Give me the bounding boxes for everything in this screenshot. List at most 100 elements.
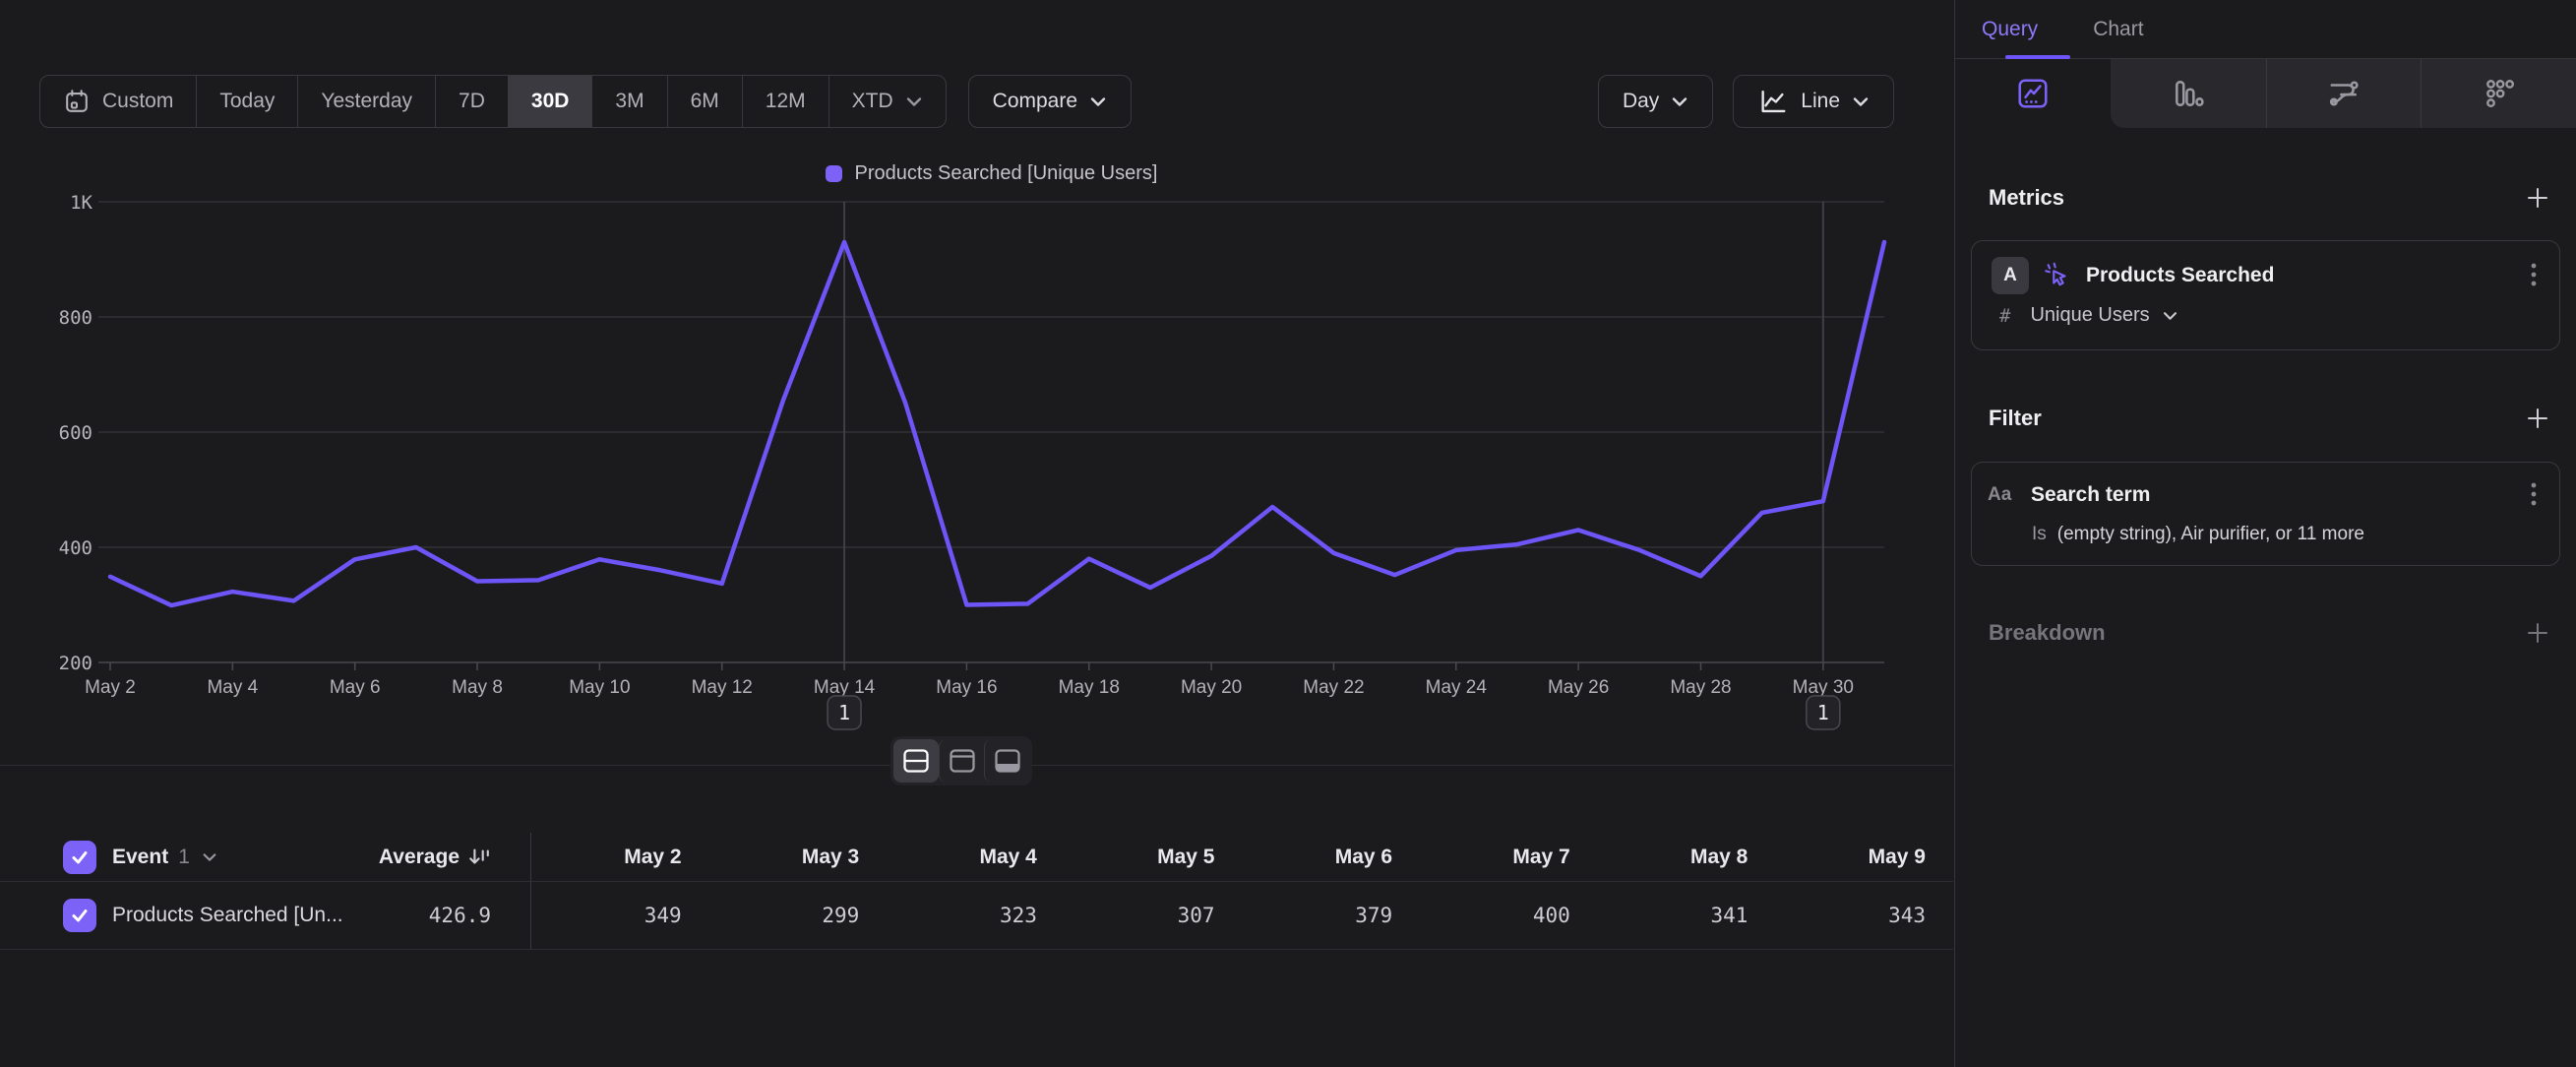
granularity-button[interactable]: Day (1598, 75, 1713, 128)
calendar-icon (63, 88, 91, 115)
sidebar-tabs: Query Chart (1955, 0, 2576, 59)
event-header-label: Event (112, 846, 168, 869)
compare-button[interactable]: Compare (968, 75, 1132, 128)
filter-condition[interactable]: Is (empty string), Air purifier, or 11 m… (2032, 524, 2364, 545)
date-range-option[interactable]: XTD (828, 76, 946, 127)
date-range-option[interactable]: 30D (508, 76, 592, 127)
report-type-tabs (1955, 59, 2576, 128)
date-range-toolbar: Custom Today Yesterday 7D 30D 3M 6M 12M … (39, 75, 1132, 128)
series-line (110, 242, 1884, 605)
legend-label: Products Searched [Unique Users] (855, 162, 1158, 185)
date-range-option[interactable]: 6M (667, 76, 742, 127)
filter-card[interactable]: Aa Search term Is (empty string), Air pu… (1971, 462, 2560, 566)
date-range-option[interactable]: Yesterday (297, 76, 435, 127)
insights-report-tab[interactable] (1955, 59, 2111, 128)
aggregation-selector[interactable]: # Unique Users (1999, 304, 2178, 327)
chevron-down-icon[interactable] (202, 852, 217, 862)
filter-property-name[interactable]: Search term (2031, 483, 2512, 507)
date-range-label: 30D (531, 90, 570, 113)
chevron-down-icon (2162, 311, 2178, 321)
date-column-header[interactable]: May 8 (1598, 846, 1776, 869)
date-range-option[interactable]: Today (196, 76, 297, 127)
date-range-label: 6M (691, 90, 719, 113)
date-range-label: Yesterday (321, 90, 412, 113)
svg-text:600: 600 (59, 422, 92, 444)
chart-type-label: Line (1801, 90, 1840, 113)
chart-view-controls: Day Line (1598, 75, 1894, 128)
date-range-label: 7D (459, 90, 485, 113)
value-cell: 379 (1243, 904, 1421, 927)
svg-text:200: 200 (59, 653, 92, 674)
sort-descending-icon (467, 846, 491, 869)
layout-chart-only-button[interactable] (939, 739, 984, 783)
date-range-option[interactable]: Custom (40, 76, 196, 127)
value-cell: 341 (1598, 904, 1776, 927)
layout-table-only-button[interactable] (984, 739, 1029, 783)
date-range-group: Custom Today Yesterday 7D 30D 3M 6M 12M … (39, 75, 947, 128)
tab-query[interactable]: Query (1982, 0, 2038, 58)
add-filter-button[interactable] (2525, 406, 2550, 431)
average-header-label: Average (379, 846, 460, 869)
row-checkbox[interactable] (63, 899, 96, 932)
date-range-option[interactable]: 12M (742, 76, 828, 127)
value-cell: 343 (1775, 904, 1953, 927)
string-property-type-icon: Aa (1988, 484, 2017, 506)
event-count: 1 (178, 846, 190, 869)
event-name-cell: Products Searched [Un... (0, 899, 413, 932)
retention-dots-icon (2483, 77, 2516, 110)
layout-toggle-group (890, 736, 1032, 785)
granularity-label: Day (1623, 90, 1659, 113)
breakdown-title: Breakdown (1989, 620, 2106, 646)
date-column-header[interactable]: May 4 (887, 846, 1065, 869)
date-column-header[interactable]: May 5 (1065, 846, 1243, 869)
date-column-header[interactable]: May 9 (1775, 846, 1953, 869)
main-report-area: 2004006008001KMay 2May 4May 6May 8May 10… (0, 0, 1953, 1067)
metric-card[interactable]: A Products Searched # Unique Users (1971, 240, 2560, 350)
filter-operator: Is (2032, 524, 2047, 545)
chart-legend[interactable]: Products Searched [Unique Users] (98, 162, 1884, 185)
date-column-header[interactable]: May 2 (531, 846, 709, 869)
svg-text:May 28: May 28 (1670, 677, 1731, 698)
add-breakdown-button[interactable] (2525, 620, 2550, 646)
filter-options-kebab-icon[interactable] (2526, 476, 2542, 514)
svg-text:May 12: May 12 (692, 677, 753, 698)
filter-section-header: Filter (1989, 406, 2550, 431)
svg-text:May 22: May 22 (1303, 677, 1364, 698)
add-metric-button[interactable] (2525, 185, 2550, 211)
flows-report-tab[interactable] (2266, 59, 2422, 128)
tab-chart[interactable]: Chart (2093, 0, 2143, 58)
date-column-header[interactable]: May 6 (1243, 846, 1421, 869)
value-cell: 349 (531, 904, 709, 927)
select-all-checkbox[interactable] (63, 841, 96, 874)
metric-options-kebab-icon[interactable] (2526, 257, 2542, 294)
svg-text:400: 400 (59, 537, 92, 559)
metric-event-name[interactable]: Products Searched (2086, 264, 2512, 287)
date-column-header[interactable]: May 7 (1420, 846, 1598, 869)
chevron-down-icon (1089, 96, 1107, 107)
funnels-report-tab[interactable] (2111, 59, 2266, 128)
chevron-down-icon (1671, 96, 1688, 107)
svg-text:May 20: May 20 (1181, 677, 1242, 698)
average-header-cell[interactable]: Average (413, 833, 531, 881)
legend-swatch (826, 165, 842, 182)
svg-text:1: 1 (1817, 701, 1829, 724)
date-range-option[interactable]: 3M (591, 76, 666, 127)
insights-chart-icon (2016, 77, 2050, 110)
svg-text:May 24: May 24 (1426, 677, 1488, 698)
value-cell: 299 (709, 904, 888, 927)
svg-text:May 10: May 10 (569, 677, 630, 698)
svg-text:May 6: May 6 (330, 677, 381, 698)
chart-type-button[interactable]: Line (1733, 75, 1894, 128)
tab-chart-label: Chart (2093, 18, 2143, 41)
aggregation-label: Unique Users (2030, 304, 2149, 327)
metric-card-header: A Products Searched (1992, 257, 2542, 294)
bar-chart-icon (2172, 77, 2205, 110)
retention-report-tab[interactable] (2421, 59, 2576, 128)
aggregation-type-symbol: # (1999, 305, 2010, 327)
table-row[interactable]: Products Searched [Un... 426.9 349 299 3… (0, 882, 1953, 950)
layout-split-button[interactable] (893, 739, 939, 783)
date-range-label: 12M (766, 90, 806, 113)
date-column-header[interactable]: May 3 (709, 846, 888, 869)
date-range-option[interactable]: 7D (435, 76, 508, 127)
query-builder-sidebar: Query Chart (1954, 0, 2576, 1067)
